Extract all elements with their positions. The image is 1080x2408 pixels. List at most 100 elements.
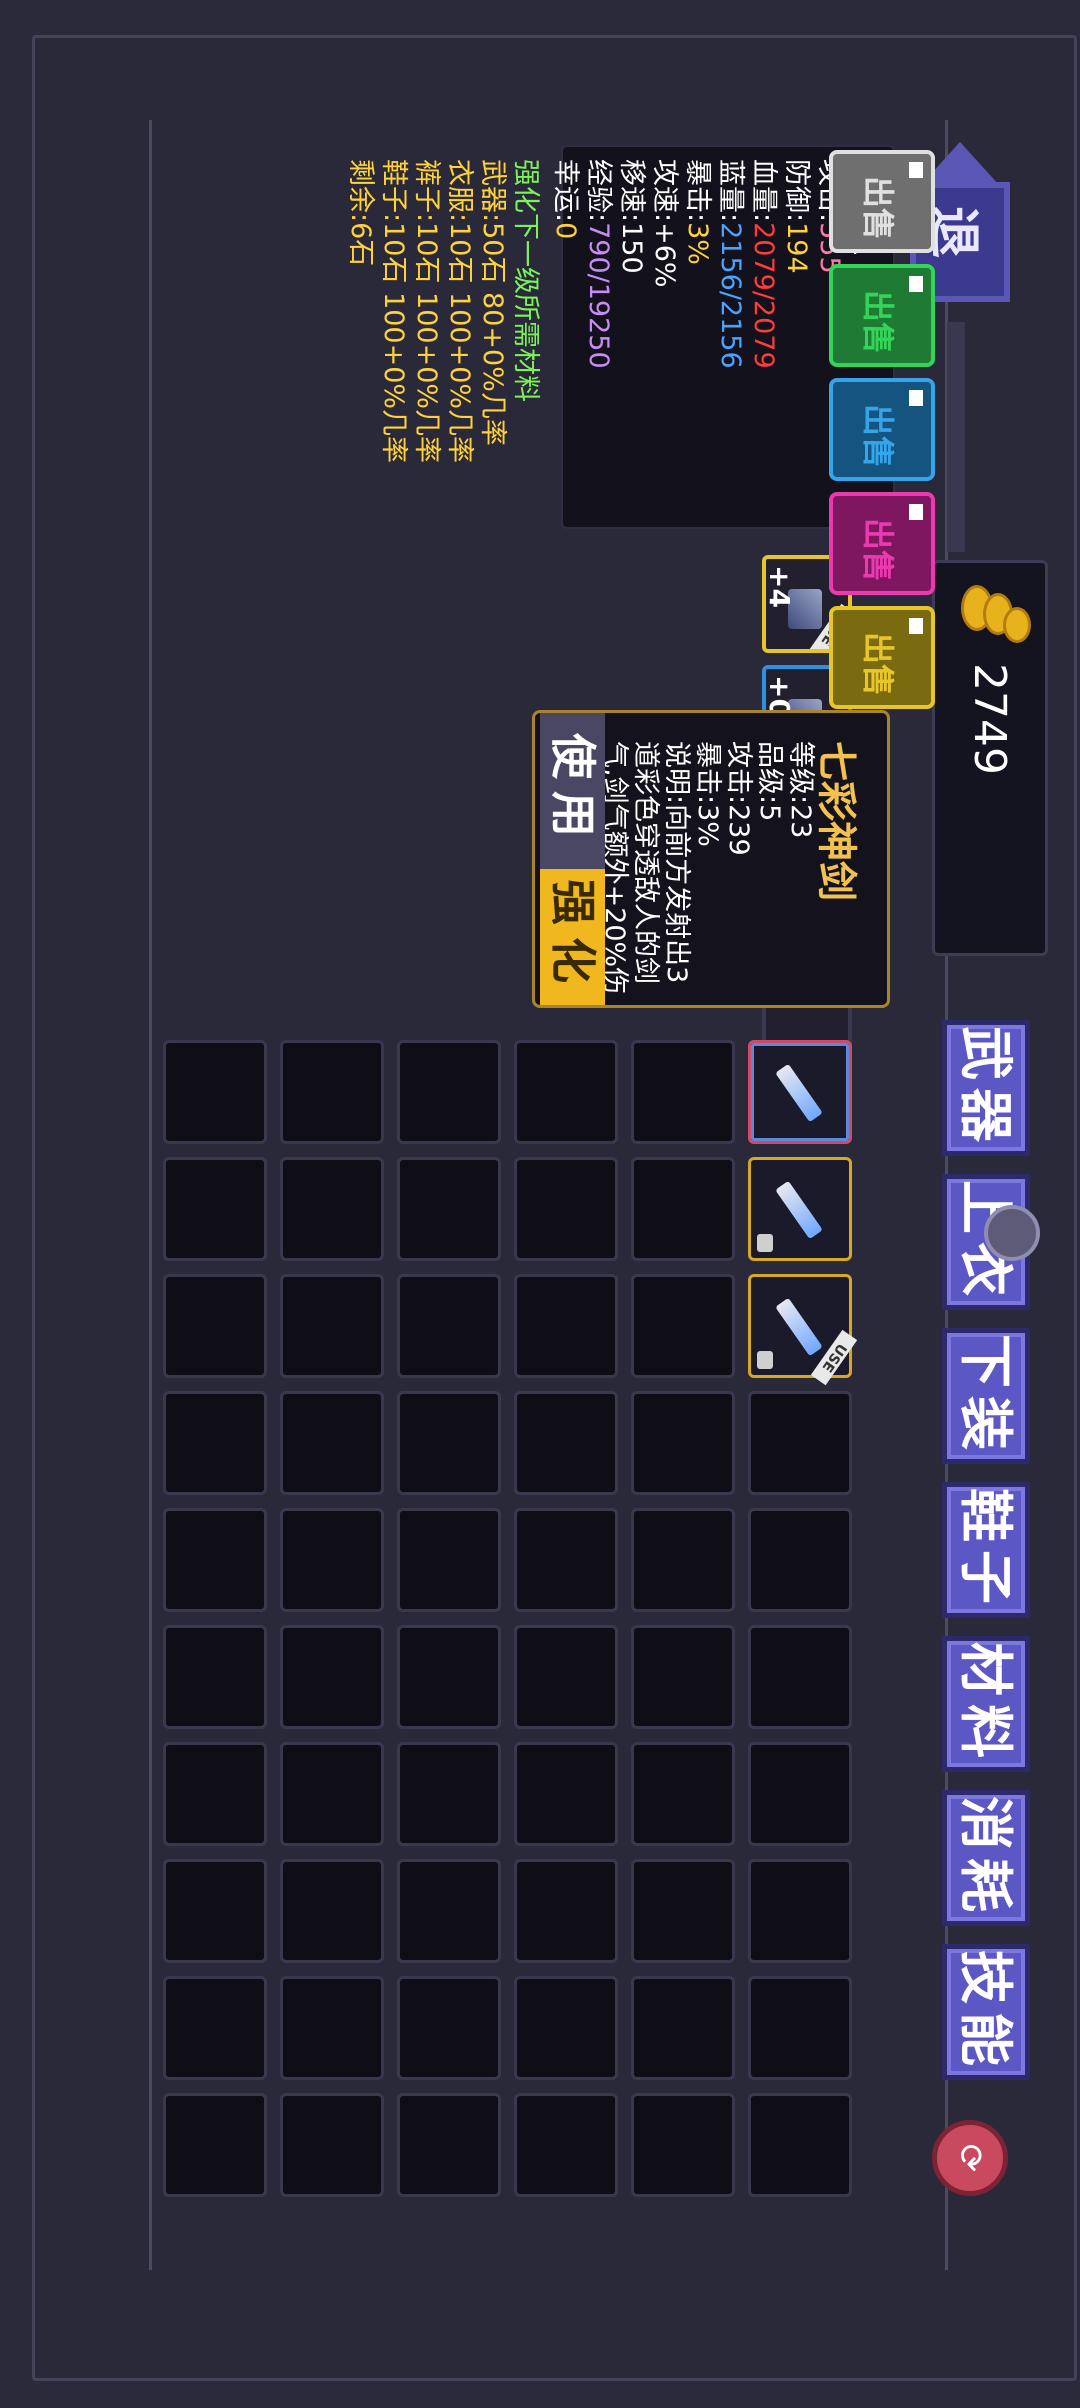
inventory-slot[interactable] <box>163 1391 267 1495</box>
item-detail-panel: 七彩神剑 等级:23 品级:5 攻击:239 暴击:3% 说明:向前方发射出3 道彩色穿透… <box>532 710 890 1008</box>
inventory-slot[interactable] <box>514 1742 618 1846</box>
tab-6[interactable]: 技能 <box>942 1944 1030 2080</box>
inventory-slot[interactable] <box>280 1274 384 1378</box>
refresh-icon: ⟳ <box>950 2143 990 2173</box>
inventory-item[interactable]: USE <box>748 1274 858 1386</box>
stat-row: 幸运:0 <box>549 159 588 239</box>
inventory-slot[interactable] <box>163 1508 267 1612</box>
inventory-slot[interactable] <box>397 1274 501 1378</box>
lock-icon <box>757 1234 773 1252</box>
stat-value: 790/19250 <box>583 222 614 369</box>
inventory-slot[interactable] <box>280 1508 384 1612</box>
gold-amount: 2749 <box>964 663 1015 775</box>
inventory-slot[interactable] <box>748 1859 852 1963</box>
item-actions: 使用 强化 <box>540 713 605 1005</box>
inventory-slot[interactable] <box>280 1859 384 1963</box>
inventory-slot[interactable] <box>631 1040 735 1144</box>
inventory-slot[interactable] <box>163 1742 267 1846</box>
sell-button[interactable]: 出售 <box>829 378 935 481</box>
inventory-slot[interactable] <box>514 2093 618 2197</box>
sell-button[interactable]: 出售 <box>829 492 935 595</box>
inventory-slot[interactable] <box>397 1625 501 1729</box>
sell-label: 出售 <box>859 290 897 355</box>
quality-marker <box>909 162 923 178</box>
sell-button[interactable]: 出售 <box>829 150 935 253</box>
inventory-slot[interactable] <box>514 1157 618 1261</box>
sell-label: 出售 <box>859 518 897 583</box>
inventory-slot[interactable] <box>631 1157 735 1261</box>
inventory-slot[interactable] <box>748 1625 852 1729</box>
enhance-level: +4 <box>763 565 796 608</box>
inventory-slot[interactable] <box>280 1391 384 1495</box>
inventory-slot[interactable] <box>397 1040 501 1144</box>
inventory-slot[interactable] <box>631 1859 735 1963</box>
inventory-slot[interactable] <box>163 1625 267 1729</box>
game-screen: 退 2749 武器上衣下装鞋子材料消耗技能 ⟳ 等级:21攻击:555防御:19… <box>0 0 1080 2408</box>
inventory-slot[interactable] <box>163 1274 267 1378</box>
inventory-slot[interactable] <box>163 1157 267 1261</box>
inventory-slot[interactable] <box>163 1859 267 1963</box>
refresh-button[interactable]: ⟳ <box>932 2120 1008 2196</box>
bottom-divider <box>149 120 152 2270</box>
inventory-slot[interactable] <box>514 1508 618 1612</box>
coin-icon <box>1003 607 1031 643</box>
inventory-slot[interactable] <box>397 1391 501 1495</box>
tab-3[interactable]: 鞋子 <box>942 1482 1030 1618</box>
inventory-slot[interactable] <box>280 1625 384 1729</box>
inventory-slot[interactable] <box>631 2093 735 2197</box>
stat-label: 幸运: <box>550 159 581 223</box>
inventory-slot[interactable] <box>397 1157 501 1261</box>
inventory-item[interactable] <box>748 1040 852 1144</box>
inventory-slot[interactable] <box>514 1976 618 2080</box>
inventory-slot[interactable] <box>748 1976 852 2080</box>
sell-button[interactable]: 出售 <box>829 264 935 367</box>
quality-marker <box>909 390 923 406</box>
sell-label: 出售 <box>859 176 897 241</box>
inventory-slot[interactable] <box>631 1625 735 1729</box>
upgrade-button[interactable]: 强化 <box>540 869 605 1005</box>
inventory-item[interactable] <box>748 1157 852 1261</box>
back-track <box>947 322 965 552</box>
inventory-slot[interactable] <box>748 1742 852 1846</box>
inventory-slot[interactable] <box>397 1859 501 1963</box>
quality-marker <box>909 276 923 292</box>
lock-icon <box>757 1351 773 1369</box>
sell-button[interactable]: 出售 <box>829 606 935 709</box>
inventory-slot[interactable] <box>748 2093 852 2197</box>
inventory-slot[interactable] <box>163 1040 267 1144</box>
inventory-slot[interactable] <box>631 1742 735 1846</box>
materials-line: 剩余:6石 <box>345 159 376 267</box>
sell-label: 出售 <box>859 404 897 469</box>
inventory-slot[interactable] <box>397 1976 501 2080</box>
inventory-slot[interactable] <box>631 1508 735 1612</box>
inventory-slot[interactable] <box>514 1274 618 1378</box>
inventory-slot[interactable] <box>514 1040 618 1144</box>
inventory-slot[interactable] <box>397 1508 501 1612</box>
inventory-slot[interactable] <box>631 1391 735 1495</box>
tab-2[interactable]: 下装 <box>942 1328 1030 1464</box>
inventory-slot[interactable] <box>397 1742 501 1846</box>
stat-value: 0 <box>550 222 581 240</box>
inventory-slot[interactable] <box>280 1157 384 1261</box>
tab-5[interactable]: 消耗 <box>942 1790 1030 1926</box>
inventory-slot[interactable] <box>163 1976 267 2080</box>
tab-4[interactable]: 材料 <box>942 1636 1030 1772</box>
inventory-slot[interactable] <box>631 1274 735 1378</box>
inventory-slot[interactable] <box>280 1040 384 1144</box>
inventory-slot[interactable] <box>514 1859 618 1963</box>
use-button[interactable]: 使用 <box>540 713 605 869</box>
scroll-handle[interactable] <box>984 1205 1040 1261</box>
inventory-slot[interactable] <box>397 2093 501 2197</box>
inventory-slot[interactable] <box>280 2093 384 2197</box>
inventory-slot[interactable] <box>631 1976 735 2080</box>
inventory-slot[interactable] <box>748 1508 852 1612</box>
quality-marker <box>909 618 923 634</box>
inventory-slot[interactable] <box>280 1742 384 1846</box>
inventory-slot[interactable] <box>280 1976 384 2080</box>
quality-marker <box>909 504 923 520</box>
inventory-slot[interactable] <box>163 2093 267 2197</box>
inventory-slot[interactable] <box>514 1391 618 1495</box>
inventory-slot[interactable] <box>748 1391 852 1495</box>
tab-0[interactable]: 武器 <box>942 1020 1030 1156</box>
inventory-slot[interactable] <box>514 1625 618 1729</box>
